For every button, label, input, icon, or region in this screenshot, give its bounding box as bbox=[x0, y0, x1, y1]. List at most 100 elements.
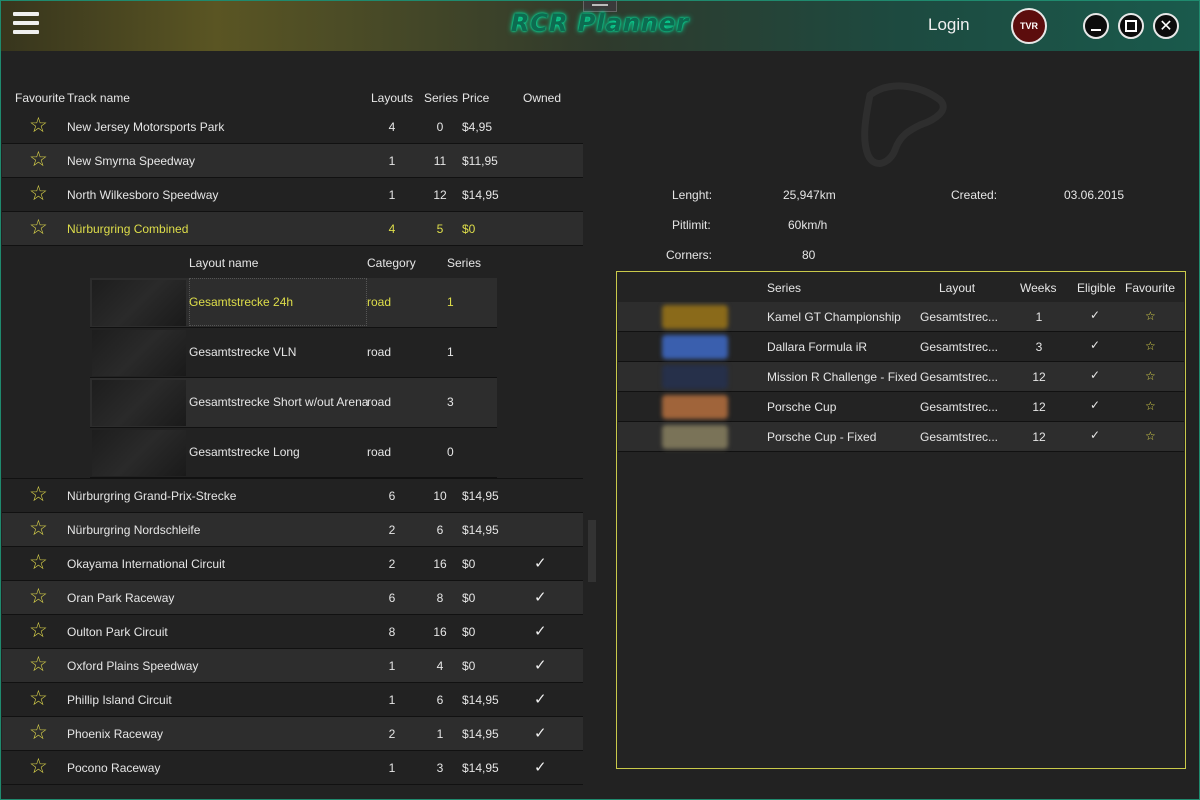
star-icon[interactable]: ☆ bbox=[29, 654, 48, 675]
created-label: Created: bbox=[951, 188, 998, 202]
track-price: $0 bbox=[462, 591, 476, 605]
app-title: RCR Planner bbox=[510, 9, 690, 37]
star-icon[interactable]: ☆ bbox=[1145, 399, 1156, 413]
track-row[interactable]: ☆ Nürburgring Combined 4 5 $0 bbox=[2, 212, 583, 246]
track-row[interactable]: ☆ New Jersey Motorsports Park 4 0 $4,95 bbox=[2, 110, 583, 144]
star-icon[interactable]: ☆ bbox=[29, 620, 48, 641]
series-logo bbox=[662, 365, 728, 389]
star-icon[interactable]: ☆ bbox=[29, 586, 48, 607]
track-layouts-count: 1 bbox=[388, 659, 396, 673]
pitlimit-label: Pitlimit: bbox=[672, 218, 711, 232]
track-price: $0 bbox=[462, 625, 476, 639]
layout-row[interactable]: Gesamtstrecke Long road 0 bbox=[90, 428, 497, 478]
track-series-count: 6 bbox=[436, 693, 444, 707]
star-icon[interactable]: ☆ bbox=[29, 722, 48, 743]
star-icon[interactable]: ☆ bbox=[29, 756, 48, 777]
close-button[interactable]: ✕ bbox=[1153, 13, 1179, 39]
header-layouts[interactable]: Layouts bbox=[371, 91, 413, 105]
track-row[interactable]: ☆ Oxford Plains Speedway 1 4 $0 ✓ bbox=[2, 649, 583, 683]
series-layout: Gesamtstrec... bbox=[920, 430, 999, 444]
track-series-count: 1 bbox=[436, 727, 444, 741]
series-row[interactable]: Porsche Cup Gesamtstrec... 12 ✓ ☆ bbox=[618, 392, 1184, 422]
header-series-name[interactable]: Series bbox=[767, 281, 801, 295]
star-icon[interactable]: ☆ bbox=[29, 149, 48, 170]
header-series[interactable]: Series bbox=[424, 91, 458, 105]
track-name: New Smyrna Speedway bbox=[67, 154, 196, 168]
series-row[interactable]: Kamel GT Championship Gesamtstrec... 1 ✓ ☆ bbox=[618, 302, 1184, 332]
series-layout: Gesamtstrec... bbox=[920, 400, 999, 414]
star-icon[interactable]: ☆ bbox=[29, 518, 48, 539]
track-row[interactable]: ☆ Okayama International Circuit 2 16 $0 ✓ bbox=[2, 547, 583, 581]
header-weeks[interactable]: Weeks bbox=[1020, 281, 1056, 295]
series-layout: Gesamtstrec... bbox=[920, 370, 999, 384]
layout-row[interactable]: Gesamtstrecke 24h road 1 bbox=[90, 278, 497, 328]
series-row[interactable]: Porsche Cup - Fixed Gesamtstrec... 12 ✓ ☆ bbox=[618, 422, 1184, 452]
track-row[interactable]: ☆ Phoenix Raceway 2 1 $14,95 ✓ bbox=[2, 717, 583, 751]
check-icon: ✓ bbox=[1090, 338, 1101, 352]
layout-subtable: Layout name Category Series Gesamtstreck… bbox=[2, 246, 583, 479]
track-price: $14,95 bbox=[462, 188, 499, 202]
avatar[interactable]: TVR bbox=[1011, 8, 1047, 44]
login-button[interactable]: Login bbox=[928, 15, 970, 35]
layout-name: Gesamtstrecke Long bbox=[189, 445, 300, 459]
layout-series-count: 1 bbox=[447, 345, 454, 359]
layout-name: Gesamtstrecke 24h bbox=[189, 295, 294, 309]
layout-thumbnail bbox=[92, 280, 186, 326]
track-series-count: 10 bbox=[433, 489, 447, 503]
check-icon: ✓ bbox=[534, 589, 547, 606]
track-row[interactable]: ☆ Oran Park Raceway 6 8 $0 ✓ bbox=[2, 581, 583, 615]
hamburger-icon[interactable] bbox=[13, 12, 39, 38]
track-layouts-count: 1 bbox=[388, 154, 396, 168]
header-layout[interactable]: Layout bbox=[939, 281, 975, 295]
header-layout-series: Series bbox=[447, 256, 482, 270]
header-price[interactable]: Price bbox=[462, 91, 489, 105]
star-icon[interactable]: ☆ bbox=[29, 484, 48, 505]
track-row[interactable]: ☆ Oulton Park Circuit 8 16 $0 ✓ bbox=[2, 615, 583, 649]
track-row[interactable]: ☆ Nürburgring Nordschleife 2 6 $14,95 bbox=[2, 513, 583, 547]
track-row[interactable]: ☆ New Smyrna Speedway 1 11 $11,95 bbox=[2, 144, 583, 178]
track-row[interactable]: ☆ Phillip Island Circuit 1 6 $14,95 ✓ bbox=[2, 683, 583, 717]
layout-row[interactable]: Gesamtstrecke VLN road 1 bbox=[90, 328, 497, 378]
star-icon[interactable]: ☆ bbox=[1145, 429, 1156, 443]
header-favourite-series[interactable]: Favourite bbox=[1125, 281, 1175, 295]
track-series-count: 4 bbox=[436, 659, 444, 673]
track-layouts-count: 6 bbox=[388, 591, 396, 605]
track-row[interactable]: ☆ Nürburgring Grand-Prix-Strecke 6 10 $14,95 bbox=[2, 479, 583, 513]
track-price: $14,95 bbox=[462, 693, 499, 707]
series-layout: Gesamtstrec... bbox=[920, 310, 999, 324]
series-row[interactable]: Mission R Challenge - Fixed Gesamtstrec..… bbox=[618, 362, 1184, 392]
layout-category: road bbox=[367, 395, 392, 409]
scrollbar[interactable] bbox=[588, 520, 596, 582]
track-name: Phillip Island Circuit bbox=[67, 693, 172, 707]
layout-series-count: 1 bbox=[447, 295, 454, 309]
series-row[interactable]: Dallara Formula iR Gesamtstrec... 3 ✓ ☆ bbox=[618, 332, 1184, 362]
header-owned[interactable]: Owned bbox=[523, 91, 561, 105]
track-name: North Wilkesboro Speedway bbox=[67, 188, 219, 202]
star-icon[interactable]: ☆ bbox=[1145, 369, 1156, 383]
check-icon: ✓ bbox=[534, 657, 547, 674]
series-weeks: 12 bbox=[1032, 370, 1046, 384]
star-icon[interactable]: ☆ bbox=[29, 688, 48, 709]
header-track-name[interactable]: Track name bbox=[67, 91, 130, 105]
star-icon[interactable]: ☆ bbox=[1145, 309, 1156, 323]
minimize-button[interactable] bbox=[1083, 13, 1109, 39]
star-icon[interactable]: ☆ bbox=[1145, 339, 1156, 353]
star-icon[interactable]: ☆ bbox=[29, 217, 48, 238]
star-icon[interactable]: ☆ bbox=[29, 552, 48, 573]
corners-value: 80 bbox=[802, 248, 816, 262]
track-series-count: 8 bbox=[436, 591, 444, 605]
star-icon[interactable]: ☆ bbox=[29, 115, 48, 136]
series-weeks: 3 bbox=[1035, 340, 1043, 354]
track-row[interactable]: ☆ North Wilkesboro Speedway 1 12 $14,95 bbox=[2, 178, 583, 212]
track-layouts-count: 2 bbox=[388, 523, 396, 537]
header-favourite[interactable]: Favourite bbox=[15, 91, 65, 105]
track-price: $4,95 bbox=[462, 120, 493, 134]
layout-series-count: 0 bbox=[447, 445, 454, 459]
maximize-button[interactable] bbox=[1118, 13, 1144, 39]
track-price: $0 bbox=[462, 557, 476, 571]
layout-row[interactable]: Gesamtstrecke Short w/out Arena road 3 bbox=[90, 378, 497, 428]
star-icon[interactable]: ☆ bbox=[29, 183, 48, 204]
header-eligible[interactable]: Eligible bbox=[1077, 281, 1116, 295]
track-row[interactable]: ☆ Pocono Raceway 1 3 $14,95 ✓ bbox=[2, 751, 583, 785]
track-layouts-count: 8 bbox=[388, 625, 396, 639]
